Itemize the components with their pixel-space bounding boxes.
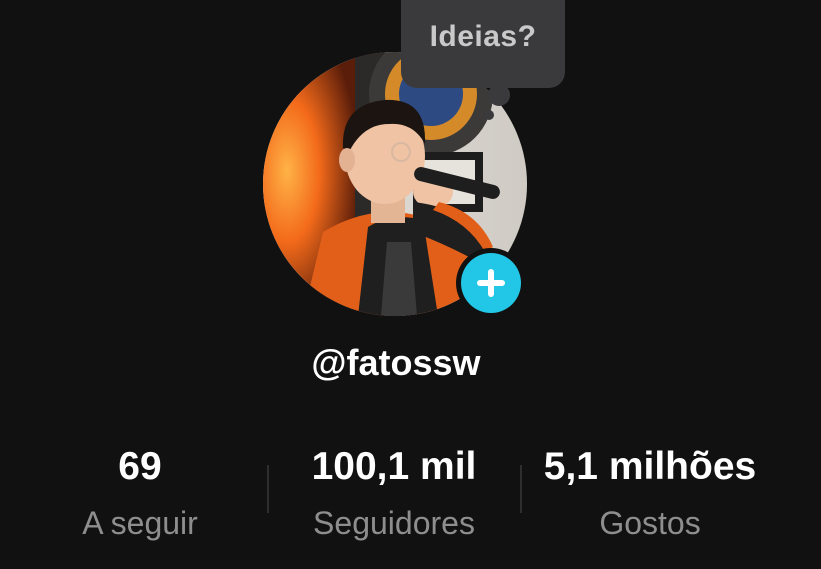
stat-following[interactable]: 69 A seguir (40, 443, 240, 543)
profile-stats: 69 A seguir 100,1 mil Seguidores 5,1 mil… (0, 443, 821, 553)
plus-icon (477, 269, 505, 297)
likes-label: Gostos (599, 505, 701, 541)
stat-divider (520, 465, 522, 513)
followers-count: 100,1 mil (311, 445, 477, 488)
tooltip-dot (484, 110, 494, 120)
tooltip-text: Ideias? (429, 20, 537, 53)
followers-label: Seguidores (313, 505, 475, 541)
likes-count: 5,1 milhões (543, 445, 757, 488)
tooltip-tail (488, 84, 510, 106)
stat-divider (267, 465, 269, 513)
ideas-tooltip[interactable]: Ideias? (401, 0, 565, 88)
stat-followers[interactable]: 100,1 mil Seguidores (288, 443, 500, 543)
following-count: 69 (118, 445, 162, 488)
following-label: A seguir (82, 505, 198, 541)
add-button-circle (461, 253, 521, 313)
add-photo-button[interactable] (456, 248, 526, 318)
username[interactable]: @fatossw (0, 342, 792, 384)
stat-likes[interactable]: 5,1 milhões Gostos (528, 443, 772, 543)
